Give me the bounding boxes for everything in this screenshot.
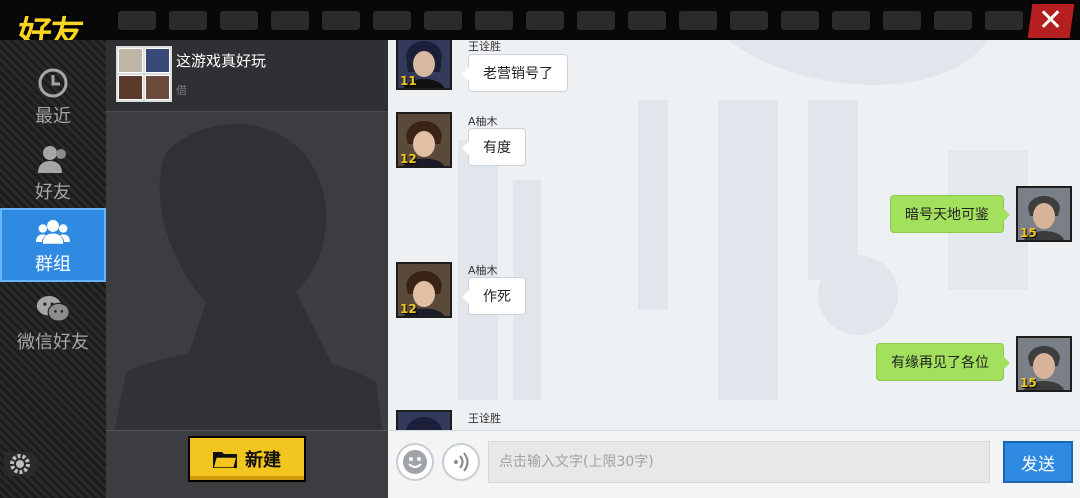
group-list-panel: 这游戏真好玩 借 (106, 40, 388, 498)
sidebar-item-wechat-friends[interactable]: 微信好友 (0, 286, 106, 360)
send-button[interactable]: 发送 (1003, 441, 1073, 483)
voice-button[interactable] (442, 443, 480, 481)
clock-icon (36, 66, 70, 100)
film-hole (322, 11, 360, 30)
new-group-button[interactable]: 新建 (188, 436, 306, 482)
friends-window: 好友 ✕ 最近 好友 群组 微信好友 这游戏真好玩 借 新建 11 王诠胜 老营… (0, 0, 1080, 498)
sidebar-item-friends[interactable]: 好友 (0, 136, 106, 210)
avatar[interactable]: 15 (1016, 186, 1072, 242)
avatar[interactable]: 12 (396, 262, 452, 318)
film-hole (271, 11, 309, 30)
film-hole (373, 11, 411, 30)
close-icon: ✕ (1038, 3, 1064, 38)
sidebar-item-groups[interactable]: 群组 (0, 208, 106, 282)
message-bubble[interactable]: 有缘再见了各位 (876, 343, 1010, 381)
top-bar (0, 0, 1080, 40)
message-bubble[interactable]: 老营销号了 (462, 54, 568, 92)
sender-name: 王诠胜 (468, 40, 501, 53)
level-badge: 12 (400, 152, 417, 166)
message-bubble[interactable]: 作死 (462, 277, 526, 315)
gear-icon (4, 452, 42, 476)
film-hole (832, 11, 870, 30)
level-badge: 15 (1020, 376, 1037, 390)
film-hole (526, 11, 564, 30)
emoji-icon (403, 450, 427, 474)
sender-name: 王诠胜 (468, 412, 501, 425)
sidebar-item-recent[interactable]: 最近 (0, 60, 106, 134)
group-avatar (116, 46, 172, 102)
close-button[interactable]: ✕ (1025, 2, 1077, 40)
film-hole (781, 11, 819, 30)
level-badge: 11 (400, 74, 417, 88)
folder-icon (213, 452, 237, 468)
avatar[interactable]: 15 (1016, 336, 1072, 392)
sidebar-item-label: 好友 (35, 182, 71, 203)
film-hole (118, 11, 156, 30)
film-hole (424, 11, 462, 30)
avatar[interactable]: 11 (396, 40, 452, 90)
film-hole (883, 11, 921, 30)
settings-button[interactable] (4, 448, 44, 480)
group-list-item[interactable]: 这游戏真好玩 借 (106, 40, 388, 112)
chat-messages[interactable]: 11 王诠胜 老营销号了 12 A柚木 有度 15 暗号天地可鉴 12 A柚木 … (388, 40, 1080, 430)
film-hole (220, 11, 258, 30)
voice-icon (454, 452, 469, 472)
film-hole (679, 11, 717, 30)
film-hole (169, 11, 207, 30)
sidebar-item-label: 最近 (35, 106, 71, 127)
person-icon (36, 142, 70, 176)
sidebar-item-label: 微信好友 (17, 332, 89, 353)
film-hole (985, 11, 1023, 30)
film-hole (628, 11, 666, 30)
sender-name: A柚木 (468, 115, 498, 128)
group-last-message: 借 (176, 84, 187, 97)
message-bubble[interactable]: 暗号天地可鉴 (890, 195, 1010, 233)
film-hole (577, 11, 615, 30)
background-art (106, 124, 388, 472)
level-badge: 15 (1020, 226, 1037, 240)
film-hole (934, 11, 972, 30)
avatar[interactable]: 12 (396, 112, 452, 168)
new-group-label: 新建 (245, 450, 281, 471)
level-badge: 12 (400, 302, 417, 316)
sidebar-item-label: 群组 (35, 254, 71, 275)
sender-name: A柚木 (468, 264, 498, 277)
film-hole (730, 11, 768, 30)
sidebar: 最近 好友 群组 微信好友 (0, 40, 106, 498)
message-input[interactable] (488, 441, 990, 483)
emoji-button[interactable] (396, 443, 434, 481)
chat-input-bar: 发送 (388, 430, 1080, 498)
wechat-icon (36, 292, 70, 326)
film-hole (475, 11, 513, 30)
avatar[interactable] (396, 410, 452, 430)
group-name: 这游戏真好玩 (176, 52, 267, 70)
message-bubble[interactable]: 有度 (462, 128, 526, 166)
group-icon (36, 214, 70, 248)
